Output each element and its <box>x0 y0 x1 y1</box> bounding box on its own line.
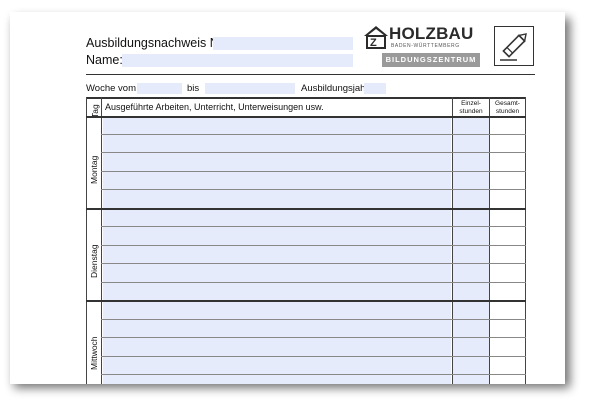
table-top-border <box>86 97 526 99</box>
table-right-border <box>525 97 526 384</box>
week-from-label: Woche vom <box>86 83 136 94</box>
week-to-label: bis <box>187 83 200 94</box>
day-label-tuesday: Dienstag <box>89 244 99 278</box>
svg-text:Z: Z <box>370 37 377 49</box>
header-divider <box>86 74 535 75</box>
total-hours-header: Gesamt- stunden <box>495 100 520 115</box>
name-label: Name: <box>86 53 123 67</box>
week-to-field[interactable] <box>205 83 295 94</box>
table-row <box>101 189 526 190</box>
table-row <box>101 356 526 357</box>
logo-region: BADEN-WÜRTTEMBERG <box>391 43 460 49</box>
table-row <box>101 171 526 172</box>
table-row <box>101 337 526 338</box>
table-row <box>101 152 526 153</box>
day-label-wednesday: Mittwoch <box>89 336 99 370</box>
header-bottom-border <box>86 116 526 118</box>
table-row <box>101 226 526 227</box>
hours-column-divider <box>489 97 490 384</box>
table-row <box>101 134 526 135</box>
record-number-label: Ausbildungsnachweis Nr. <box>86 36 226 50</box>
table-row <box>101 374 526 375</box>
single-hours-fill <box>453 116 489 384</box>
record-number-field[interactable] <box>213 37 353 50</box>
table-row <box>101 319 526 320</box>
name-field[interactable] <box>122 54 353 67</box>
table-row <box>101 245 526 246</box>
table-row <box>101 263 526 264</box>
day-column-divider <box>101 97 102 384</box>
single-hours-header: Einzel- stunden <box>459 100 483 115</box>
day-block-divider <box>86 300 526 302</box>
pencil-icon <box>494 26 534 66</box>
training-year-label: Ausbildungsjahr <box>301 83 369 94</box>
work-column-fill <box>103 116 451 384</box>
day-block-divider <box>86 208 526 210</box>
training-record-form: Ausbildungsnachweis Nr. Name: Z HOLZBAU … <box>10 12 565 384</box>
work-column-header: Ausgeführte Arbeiten, Unterricht, Unterw… <box>105 102 324 112</box>
day-label-monday: Montag <box>89 155 99 184</box>
training-year-field[interactable] <box>364 83 386 94</box>
work-column-divider <box>452 97 453 384</box>
table-row <box>101 282 526 283</box>
logo-title: HOLZBAU <box>389 24 474 43</box>
week-from-field[interactable] <box>137 83 182 94</box>
logo-center-bar: BILDUNGSZENTRUM <box>382 53 480 67</box>
holzbau-logo-icon: Z <box>364 26 388 49</box>
table-left-border <box>86 97 87 384</box>
